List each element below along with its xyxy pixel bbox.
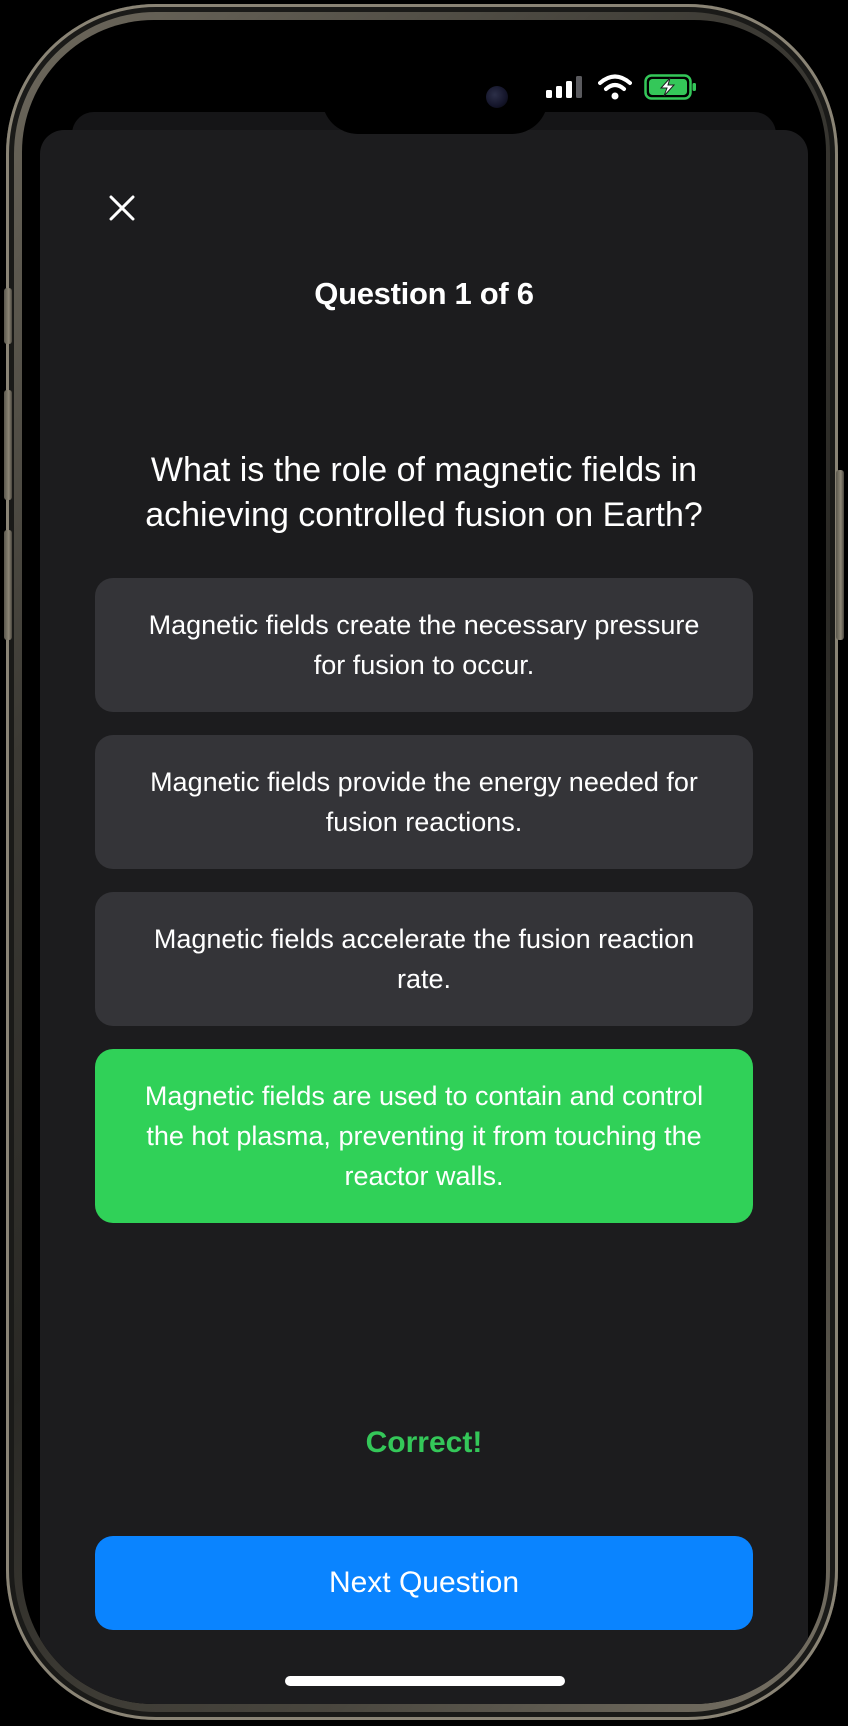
home-indicator[interactable]	[285, 1676, 565, 1686]
answer-option-3[interactable]: Magnetic fields accelerate the fusion re…	[95, 892, 753, 1026]
next-question-button[interactable]: Next Question	[95, 1536, 753, 1630]
power-button	[836, 470, 844, 640]
close-icon	[109, 195, 135, 221]
cellular-signal-icon	[546, 76, 582, 98]
wifi-icon	[598, 74, 632, 100]
answer-option-1[interactable]: Magnetic fields create the necessary pre…	[95, 578, 753, 712]
question-counter: Question 1 of 6	[314, 276, 534, 311]
answer-option-2[interactable]: Magnetic fields provide the energy neede…	[95, 735, 753, 869]
action-button	[4, 288, 12, 344]
volume-up-button	[4, 390, 12, 500]
answer-option-4-correct[interactable]: Magnetic fields are used to contain and …	[95, 1049, 753, 1223]
dynamic-island	[322, 62, 548, 134]
front-camera	[486, 86, 508, 108]
volume-down-button	[4, 530, 12, 640]
question-text: What is the role of magnetic fields in a…	[145, 451, 703, 534]
feedback-message: Correct!	[365, 1426, 483, 1459]
status-bar-indicators	[546, 72, 698, 102]
phone-screen: Question 1 of 6 What is the role of magn…	[22, 20, 826, 1704]
quiz-sheet: Question 1 of 6 What is the role of magn…	[40, 130, 808, 1704]
close-button[interactable]	[100, 186, 144, 230]
device-mockup: Question 1 of 6 What is the role of magn…	[0, 0, 848, 1726]
answer-list: Magnetic fields create the necessary pre…	[95, 578, 753, 1223]
battery-charging-icon	[644, 74, 696, 100]
